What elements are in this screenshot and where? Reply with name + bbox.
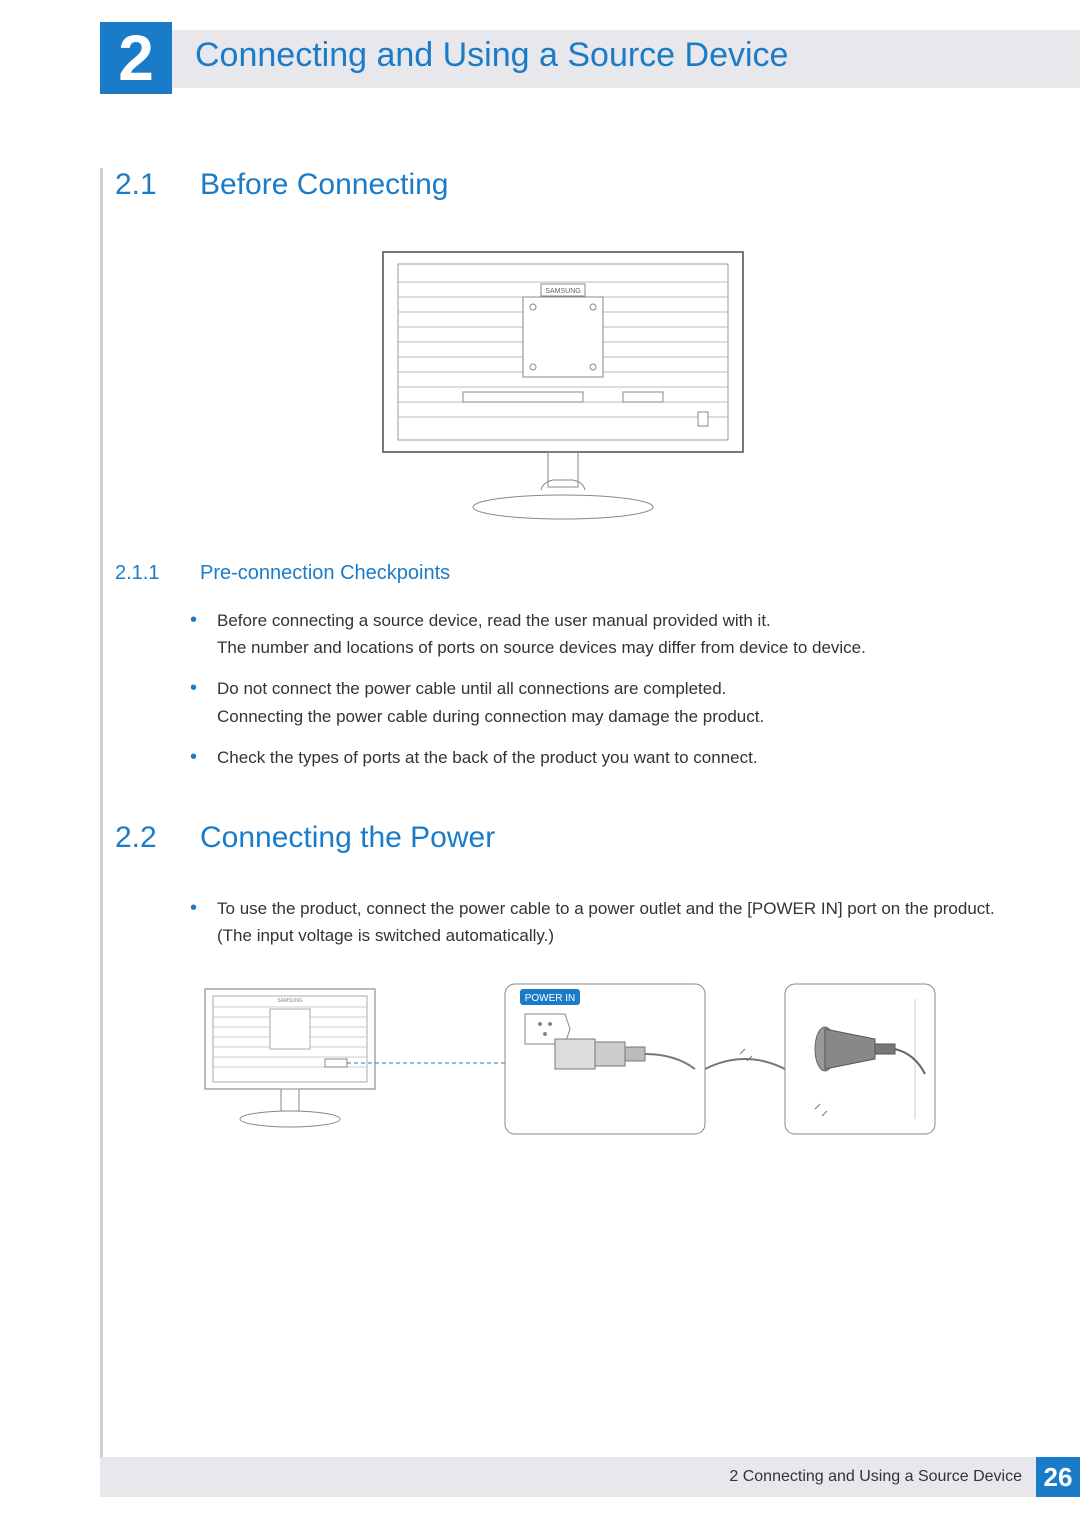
subsection-2-1-1-heading: 2.1.1 Pre-connection Checkpoints bbox=[115, 562, 1010, 585]
svg-text:SAMSUNG: SAMSUNG bbox=[277, 998, 302, 1004]
bullets-2-2: • To use the product, connect the power … bbox=[190, 895, 1010, 949]
power-in-label: POWER IN bbox=[525, 993, 576, 1004]
list-item: • Before connecting a source device, rea… bbox=[190, 607, 1010, 661]
section-2-2-heading: 2.2 Connecting the Power bbox=[115, 821, 1010, 855]
section-number: 2.2 bbox=[115, 821, 200, 855]
brand-label: SAMSUNG bbox=[545, 288, 580, 295]
power-connection-illustration: SAMSUNG POWER IN bbox=[185, 969, 955, 1169]
chapter-title: Connecting and Using a Source Device bbox=[195, 36, 788, 75]
chapter-number-badge: 2 bbox=[100, 22, 172, 94]
page-number-badge: 26 bbox=[1036, 1457, 1080, 1497]
footer-chapter-text: 2 Connecting and Using a Source Device bbox=[729, 1468, 1022, 1486]
left-margin-rule bbox=[100, 168, 103, 1467]
list-item: • To use the product, connect the power … bbox=[190, 895, 1010, 949]
section-2-1-heading: 2.1 Before Connecting bbox=[115, 168, 1010, 202]
list-item: • Check the types of ports at the back o… bbox=[190, 744, 1010, 771]
page-footer-bar: 2 Connecting and Using a Source Device 2… bbox=[100, 1457, 1080, 1497]
section-title: Connecting the Power bbox=[200, 821, 495, 855]
monitor-rear-illustration: SAMSUNG bbox=[373, 242, 753, 522]
bullet-icon: • bbox=[190, 895, 197, 949]
bullet-icon: • bbox=[190, 744, 197, 771]
section-number: 2.1 bbox=[115, 168, 200, 202]
page-content: 2.1 Before Connecting SAMSUNG 2.1.1 Pre-… bbox=[115, 168, 1010, 1169]
bullet-icon: • bbox=[190, 607, 197, 661]
bullet-text: Before connecting a source device, read … bbox=[217, 607, 1010, 661]
bullet-icon: • bbox=[190, 675, 197, 729]
bullet-text: To use the product, connect the power ca… bbox=[217, 895, 1010, 949]
bullet-text: Do not connect the power cable until all… bbox=[217, 675, 1010, 729]
bullet-text: Check the types of ports at the back of … bbox=[217, 744, 1010, 771]
subsection-title: Pre-connection Checkpoints bbox=[200, 562, 450, 585]
list-item: • Do not connect the power cable until a… bbox=[190, 675, 1010, 729]
section-title: Before Connecting bbox=[200, 168, 449, 202]
subsection-number: 2.1.1 bbox=[115, 562, 200, 585]
page-number: 26 bbox=[1044, 1462, 1073, 1493]
bullets-2-1-1: • Before connecting a source device, rea… bbox=[190, 607, 1010, 771]
chapter-number: 2 bbox=[118, 26, 154, 90]
